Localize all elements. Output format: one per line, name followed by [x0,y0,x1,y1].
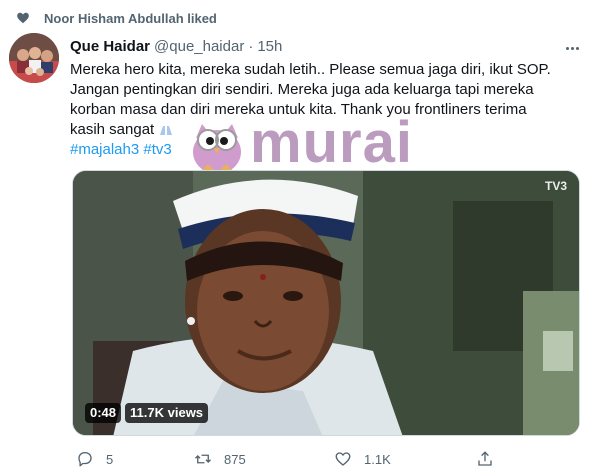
like-count: 1.1K [364,451,391,467]
heart-icon [17,12,29,24]
tweet-header: Que Haidar @que_haidar · 15h [70,36,282,56]
share-icon [478,451,492,466]
social-context-text[interactable]: Noor Hisham Abdullah liked [44,11,217,26]
praying-hands-emoji-icon [160,126,173,135]
video-views: 11.7K views [125,403,209,423]
retweet-icon [195,454,211,464]
more-options-icon[interactable] [562,38,582,58]
tweet-text-line: Jangan pentingkan diri sendiri. Mereka j… [70,81,534,98]
video-duration: 0:48 [85,403,122,423]
hashtag-majalah3[interactable]: #majalah3 [70,141,139,158]
reply-button[interactable]: 5 [76,446,113,472]
author-handle[interactable]: @que_haidar [154,38,244,55]
reply-count: 5 [106,451,114,467]
hashtags-line: #majalah3 #tv3 [70,140,580,160]
video-thumbnail [73,171,579,435]
tweet-text-line: korban masa dan diri mereka untuk kita. … [70,101,527,118]
tweet-text: Mereka hero kita, mereka sudah letih.. P… [70,60,580,160]
avatar[interactable] [9,33,59,83]
retweet-count: 875 [224,451,246,467]
retweet-button[interactable]: 875 [194,446,246,472]
hashtag-tv3[interactable]: #tv3 [143,141,171,158]
tweet-time[interactable]: 15h [257,38,282,55]
like-button[interactable]: 1.1K [334,446,391,472]
tweet-text-line: Mereka hero kita, mereka sudah letih.. P… [70,61,551,78]
avatar-image [9,33,59,83]
video-player[interactable]: TV3 0:48 11.7K views [72,170,580,436]
reply-icon [78,451,92,467]
like-icon [335,452,351,466]
channel-logo: TV3 [544,179,567,193]
author-name[interactable]: Que Haidar [70,38,150,55]
separator-dot: · [248,37,254,55]
share-button[interactable] [476,446,494,472]
video-badges: 0:48 11.7K views [85,403,209,423]
tweet-actions: 5 875 1.1K [64,446,514,472]
tweet-text-line-last: kasih sangat [70,120,580,140]
tweet-text-line: kasih sangat [70,121,155,138]
social-context: Noor Hisham Abdullah liked [17,8,217,28]
